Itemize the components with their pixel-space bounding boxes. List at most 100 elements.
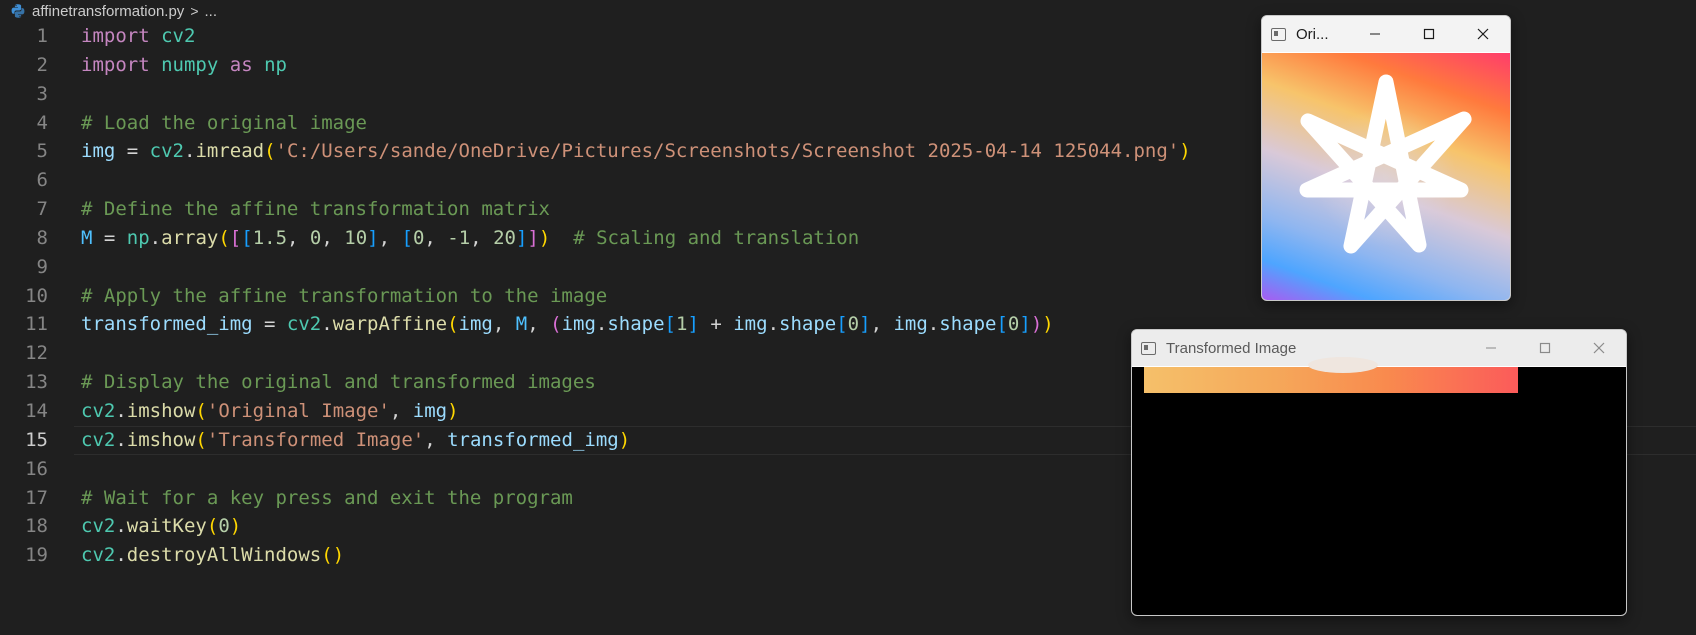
code-token: 10 (344, 226, 368, 249)
code-token: ) (618, 428, 631, 451)
window-titlebar[interactable]: Transformed Image (1132, 330, 1626, 366)
code-text[interactable]: import numpy as np (81, 51, 287, 80)
code-token: # Define the affine transformation matri… (81, 198, 550, 221)
code-token: ( (195, 399, 207, 422)
line-number: 8 (36, 226, 48, 249)
minimize-button[interactable] (1464, 330, 1518, 366)
maximize-button[interactable] (1402, 16, 1456, 52)
code-token: 20 (493, 226, 516, 249)
transformed-image-window[interactable]: Transformed Image (1131, 329, 1627, 616)
breadcrumb-file[interactable]: affinetransformation.py (32, 3, 184, 20)
code-text[interactable]: # Define the affine transformation matri… (81, 195, 550, 224)
code-text[interactable]: M = np.array([[1.5, 0, 10], [0, -1, 20]]… (81, 224, 859, 253)
maximize-button[interactable] (1518, 330, 1572, 366)
code-token: img (81, 140, 116, 163)
close-icon (1477, 28, 1489, 40)
minimize-icon (1486, 347, 1496, 349)
window-titlebar[interactable]: Ori... (1262, 16, 1510, 52)
code-token: . (767, 313, 780, 336)
code-token: 1.5 (252, 226, 288, 249)
line-number: 2 (36, 53, 48, 76)
line-number: 17 (25, 486, 48, 509)
code-text[interactable]: # Display the original and transformed i… (81, 368, 596, 397)
code-token: . (321, 313, 333, 336)
code-token: ] (687, 313, 699, 336)
code-text[interactable]: # Wait for a key press and exit the prog… (81, 484, 573, 513)
line-number: 9 (36, 255, 48, 278)
line-number: 16 (25, 457, 48, 480)
code-token: import (81, 53, 150, 76)
close-button[interactable] (1572, 330, 1626, 366)
original-image-window[interactable]: Ori... (1261, 15, 1511, 301)
app-window-icon (1141, 341, 1156, 355)
code-token: M (81, 226, 93, 249)
python-file-icon (11, 4, 25, 18)
code-token: cv2 (286, 313, 322, 336)
code-text[interactable]: img = cv2.imread('C:/Users/sande/OneDriv… (81, 137, 1191, 166)
code-text[interactable]: # Load the original image (81, 109, 367, 138)
code-token: 'Original Image' (206, 399, 390, 422)
line-number: 3 (36, 82, 48, 105)
code-token: shape (607, 313, 665, 336)
code-token: ] (367, 226, 379, 249)
code-token: transformed_img (447, 428, 619, 451)
code-token: ( (264, 140, 276, 163)
code-token: ) (1030, 313, 1043, 336)
minimize-button[interactable] (1348, 16, 1402, 52)
breadcrumb-more[interactable]: ... (205, 3, 218, 20)
line-number: 1 (36, 25, 48, 47)
code-token: , (870, 313, 894, 336)
chevron-right-icon: > (190, 3, 199, 19)
transformed-image-strip (1144, 357, 1518, 393)
code-token: = (252, 313, 287, 336)
code-token: , (389, 399, 413, 422)
code-token: ) (1042, 313, 1054, 336)
code-token: cv2 (149, 140, 184, 163)
code-text[interactable]: cv2.waitKey(0) (81, 512, 241, 541)
maximize-icon (1423, 28, 1435, 40)
code-text[interactable]: cv2.imshow('Original Image', img) (81, 397, 459, 426)
code-token: cv2 (81, 515, 116, 538)
code-text[interactable]: transformed_img = cv2.warpAffine(img, M,… (81, 310, 1054, 339)
code-token: 1 (676, 313, 688, 336)
code-text[interactable]: cv2.imshow('Transformed Image', transfor… (81, 426, 630, 455)
code-token: () (321, 544, 345, 567)
code-token: ) (447, 399, 459, 422)
line-number: 14 (25, 399, 48, 422)
code-token: warpAffine (332, 313, 448, 336)
code-token: 0 (1007, 313, 1020, 336)
code-token: destroyAllWindows (126, 544, 322, 567)
code-token: cv2 (81, 428, 116, 451)
code-token: = (115, 140, 150, 163)
code-text[interactable]: import cv2 (81, 22, 195, 51)
code-text[interactable]: # Apply the affine transformation to the… (81, 282, 607, 311)
close-icon (1593, 342, 1605, 354)
code-token: ( (206, 515, 219, 538)
line-number: 4 (36, 111, 48, 134)
code-token: img (561, 313, 596, 336)
line-number: 18 (25, 515, 48, 538)
code-token: cv2 (81, 544, 116, 567)
code-token: ) (538, 226, 551, 249)
transformed-image (1132, 357, 1626, 615)
code-token: + (698, 313, 734, 336)
code-token: # Wait for a key press and exit the prog… (81, 486, 573, 509)
code-token: imread (195, 140, 265, 163)
code-token: np (126, 226, 150, 249)
code-token: # Display the original and transformed i… (81, 371, 596, 394)
code-token: [ (229, 226, 242, 249)
line-number: 13 (25, 371, 48, 394)
minimize-icon (1370, 33, 1380, 35)
code-token: . (183, 140, 196, 163)
code-token: imshow (126, 399, 196, 422)
code-token: 0 (412, 226, 425, 249)
breadcrumb: affinetransformation.py > ... (0, 0, 217, 22)
code-token: . (595, 313, 608, 336)
code-token: ) (1179, 140, 1191, 163)
close-button[interactable] (1456, 16, 1510, 52)
code-text[interactable]: cv2.destroyAllWindows() (81, 541, 344, 570)
code-token: cv2 (81, 399, 116, 422)
